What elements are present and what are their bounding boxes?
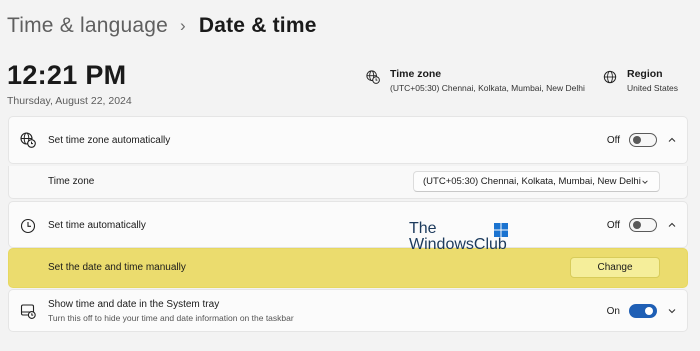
toggle-state-label: Off (606, 219, 620, 231)
set-time-automatically-toggle[interactable] (629, 218, 657, 232)
current-date: Thursday, August 22, 2024 (7, 95, 132, 107)
set-time-zone-automatically-label: Set time zone automatically (48, 135, 171, 146)
globe-icon (603, 70, 617, 84)
chevron-down-icon (642, 179, 648, 184)
time-zone-info-title: Time zone (390, 68, 442, 80)
set-time-automatically-control: Off (607, 218, 677, 232)
set-time-automatically-label: Set time automatically (48, 220, 146, 231)
breadcrumb-separator: › (179, 16, 186, 35)
system-tray-row[interactable]: Show time and date in the System tray Tu… (8, 289, 688, 332)
region-info: Region United States (603, 68, 678, 93)
set-time-automatically-row[interactable]: Set time automatically Off (8, 201, 688, 248)
clock-icon (20, 218, 36, 234)
breadcrumb-parent-link[interactable]: Time & language (7, 14, 168, 38)
globe-clock-icon (20, 132, 36, 148)
time-zone-info-value: (UTC+05:30) Chennai, Kolkata, Mumbai, Ne… (390, 83, 585, 93)
time-zone-label: Time zone (48, 176, 95, 187)
set-time-zone-automatically-toggle[interactable] (629, 133, 657, 147)
system-tray-description: Turn this off to hide your time and date… (48, 313, 294, 323)
change-button[interactable]: Change (570, 257, 660, 278)
chevron-down-icon[interactable] (667, 306, 677, 316)
watermark-line-2: WindowsClub (409, 236, 507, 253)
region-info-value: United States (627, 83, 679, 93)
watermark: The WindowsClub (409, 220, 508, 253)
chevron-up-icon[interactable] (667, 220, 677, 230)
region-info-title: Region (627, 68, 663, 80)
set-date-time-manually-label: Set the date and time manually (48, 262, 186, 273)
taskbar-clock-icon (20, 304, 36, 319)
system-tray-toggle[interactable] (629, 304, 657, 318)
time-zone-selected-value: (UTC+05:30) Chennai, Kolkata, Mumbai, Ne… (423, 176, 641, 187)
breadcrumb: Time & language › Date & time (7, 14, 317, 38)
time-zone-dropdown[interactable]: (UTC+05:30) Chennai, Kolkata, Mumbai, Ne… (413, 171, 660, 192)
system-tray-control: On (607, 304, 677, 318)
set-date-time-manually-row: Set the date and time manually Change (8, 248, 688, 288)
current-time: 12:21 PM (7, 60, 127, 90)
windows-logo-icon (494, 223, 508, 237)
chevron-up-icon[interactable] (667, 135, 677, 145)
watermark-line-1: The (409, 220, 437, 237)
toggle-state-label: On (606, 305, 620, 317)
toggle-state-label: Off (606, 134, 620, 146)
time-zone-info: Time zone (UTC+05:30) Chennai, Kolkata, … (366, 68, 585, 93)
time-zone-row: Time zone (UTC+05:30) Chennai, Kolkata, … (8, 166, 688, 199)
globe-clock-icon (366, 70, 380, 84)
set-time-zone-automatically-row[interactable]: Set time zone automatically Off (8, 116, 688, 164)
page-title: Date & time (198, 14, 317, 37)
set-time-zone-automatically-control: Off (607, 133, 677, 147)
system-tray-label: Show time and date in the System tray (48, 299, 220, 310)
